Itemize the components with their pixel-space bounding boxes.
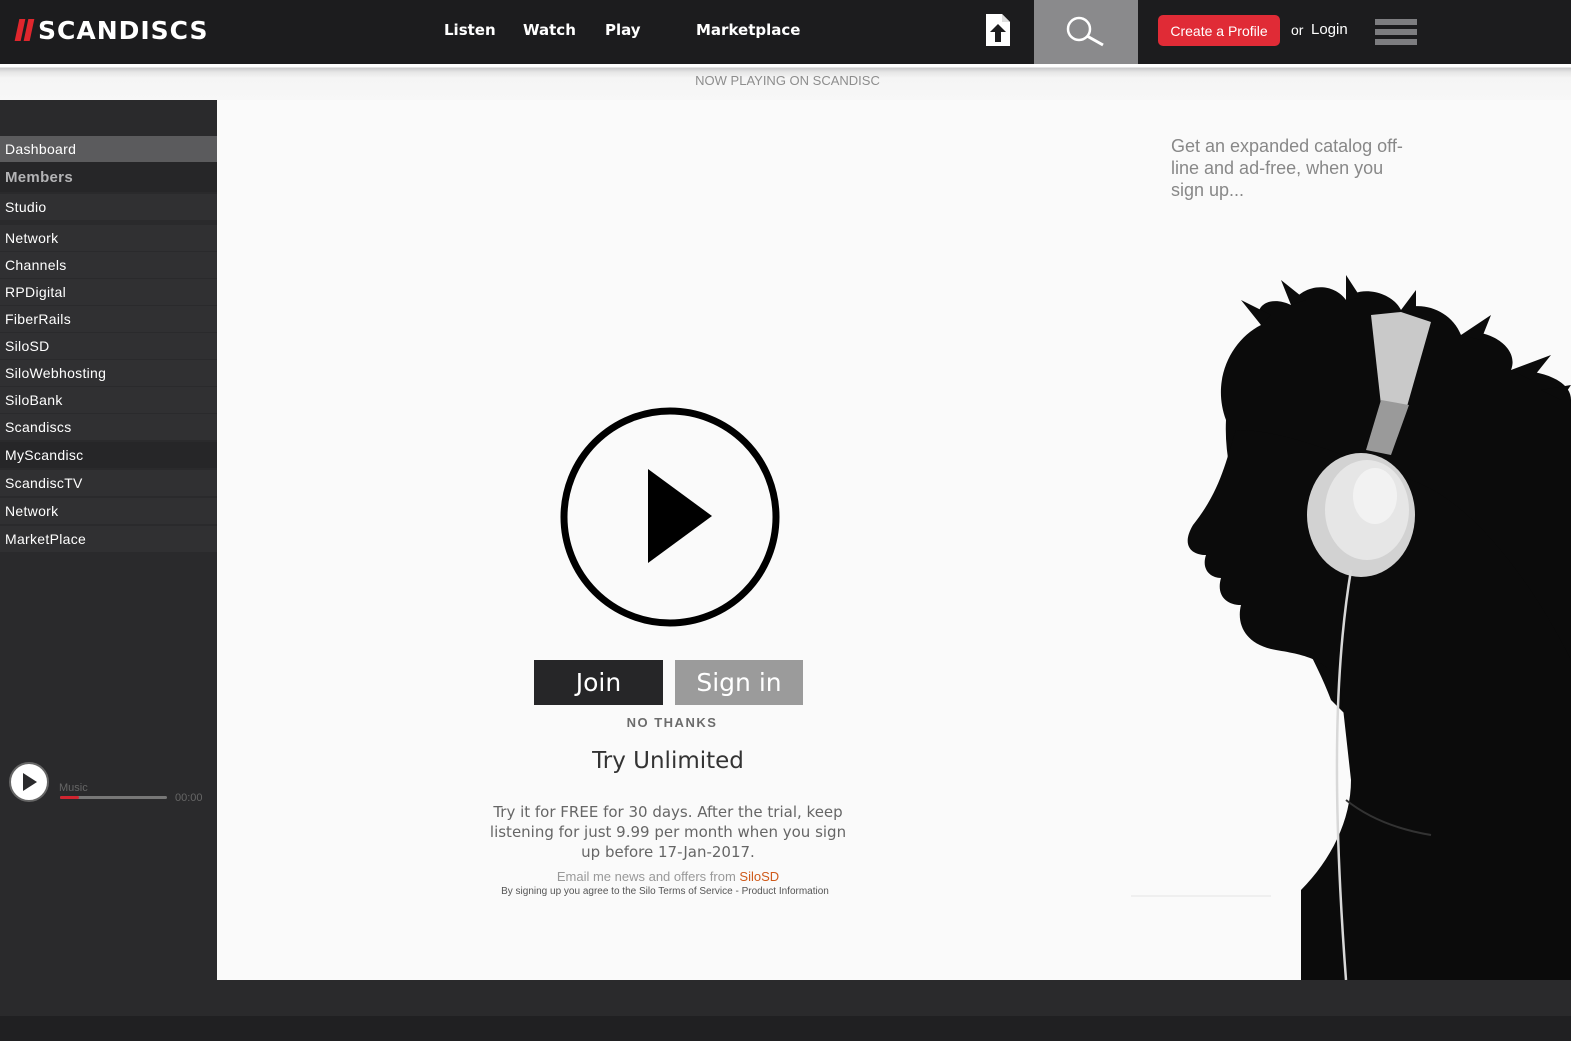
search-icon	[1066, 16, 1104, 47]
sidebar-item-channels[interactable]: Channels	[0, 252, 217, 278]
player-track-label: Music	[59, 782, 88, 794]
email-opt-in-text: Email me news and offers from	[556, 869, 740, 884]
try-unlimited-title: Try Unlimited	[592, 748, 744, 774]
promo-panel: Get an expanded catalog off-line and ad-…	[1131, 100, 1571, 980]
player-time: 00:00	[175, 792, 203, 804]
sidebar-heading-members: Members	[0, 162, 217, 192]
sidebar-item-rpdigital[interactable]: RPDigital	[0, 279, 217, 305]
play-icon	[23, 773, 37, 791]
email-opt-in[interactable]: Email me news and offers from SiloSD	[490, 869, 846, 884]
nav-listen[interactable]: Listen	[444, 21, 496, 39]
sidebar-item-myscandisc[interactable]: MyScandisc	[0, 442, 217, 468]
mini-play-button[interactable]	[9, 762, 49, 802]
now-playing-label: NOW PLAYING ON SCANDISC	[695, 73, 880, 88]
player-progress-bar[interactable]	[60, 796, 167, 799]
sign-in-button[interactable]: Sign in	[675, 660, 803, 705]
sidebar: Dashboard Members Studio Network Channel…	[0, 100, 217, 980]
logo[interactable]: SCANDISCS	[14, 15, 209, 45]
menu-icon[interactable]	[1375, 19, 1417, 49]
top-navbar: SCANDISCS Listen Watch Play Marketplace …	[0, 0, 1571, 64]
sidebar-item-studio[interactable]: Studio	[0, 194, 217, 220]
player-progress-fill	[60, 796, 80, 799]
upload-icon[interactable]	[983, 12, 1013, 48]
terms-text: By signing up you agree to the Silo Term…	[501, 886, 829, 897]
headphones-silhouette-image	[1131, 275, 1571, 980]
sidebar-item-network[interactable]: Network	[0, 225, 217, 251]
trial-description: Try it for FREE for 30 days. After the t…	[489, 803, 847, 861]
or-text: or	[1291, 22, 1304, 38]
search-button[interactable]	[1034, 0, 1138, 64]
sidebar-item-scandisctv[interactable]: ScandiscTV	[0, 470, 217, 496]
sidebar-item-silobank[interactable]: SiloBank	[0, 387, 217, 413]
logo-mark-icon	[14, 19, 36, 41]
sidebar-item-silowebhosting[interactable]: SiloWebhosting	[0, 360, 217, 386]
nav-play[interactable]: Play	[605, 21, 641, 39]
sidebar-item-scandiscs[interactable]: Scandiscs	[0, 414, 217, 440]
sidebar-item-dashboard[interactable]: Dashboard	[0, 136, 217, 162]
nav-marketplace[interactable]: Marketplace	[696, 21, 800, 39]
mini-player: Music 00:00	[9, 762, 209, 804]
sidebar-item-silosd[interactable]: SiloSD	[0, 333, 217, 359]
nav-watch[interactable]: Watch	[523, 21, 576, 39]
play-circle-icon	[560, 407, 780, 627]
sidebar-item-network-2[interactable]: Network	[0, 498, 217, 524]
join-button[interactable]: Join	[534, 660, 663, 705]
no-thanks-link[interactable]: NO THANKS	[534, 715, 810, 730]
sidebar-item-marketplace[interactable]: MarketPlace	[0, 526, 217, 552]
sidebar-item-fiberrails[interactable]: FiberRails	[0, 306, 217, 332]
email-opt-in-brand[interactable]: SiloSD	[739, 869, 779, 884]
big-play-button[interactable]	[558, 405, 782, 629]
footer-bar	[0, 1016, 1571, 1041]
logo-text: SCANDISCS	[38, 15, 209, 45]
create-profile-button[interactable]: Create a Profile	[1158, 15, 1280, 46]
login-link[interactable]: Login	[1311, 21, 1348, 38]
